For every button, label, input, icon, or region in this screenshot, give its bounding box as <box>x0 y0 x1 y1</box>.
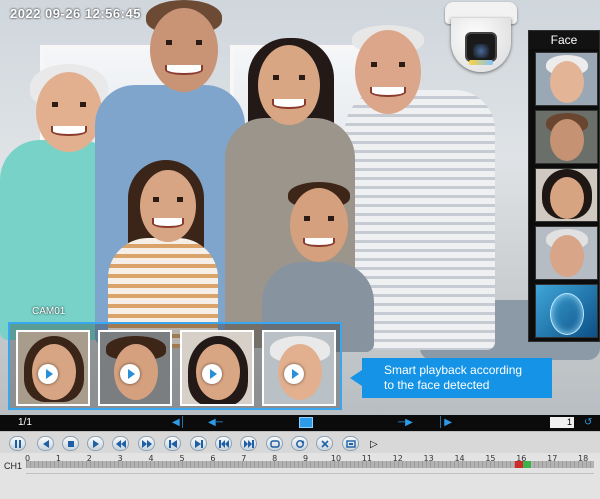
thumbnail-grandmother[interactable] <box>262 330 336 406</box>
first-page-icon[interactable]: ◀│ <box>172 418 186 428</box>
timeline-channel-label: CH1 <box>4 461 23 471</box>
smart-playback-callout: Smart playback according to the face det… <box>350 358 552 398</box>
face-item-father[interactable] <box>535 110 598 164</box>
play-icon[interactable] <box>120 364 140 384</box>
face-item-mother[interactable] <box>535 168 598 222</box>
page-indicator: 1/1 <box>18 417 32 428</box>
timeline-event-segment[interactable] <box>523 461 531 468</box>
timeline-secondary-track <box>26 473 594 474</box>
skip-back-icon[interactable] <box>215 436 232 451</box>
next-page-icon[interactable]: ─▶ <box>398 418 413 428</box>
dome-camera-icon <box>443 2 519 74</box>
timeline-event-segment[interactable] <box>515 461 523 468</box>
fast-forward-icon[interactable] <box>138 436 155 451</box>
mouse-cursor-icon: ▷ <box>370 439 378 450</box>
face-panel-title: Face <box>529 31 599 49</box>
face-list <box>529 49 599 338</box>
sync-icon[interactable] <box>291 436 308 451</box>
current-page-marker[interactable] <box>299 417 313 428</box>
timeline-recording-track[interactable] <box>26 461 594 468</box>
last-page-icon[interactable]: │▶ <box>438 418 452 428</box>
thumbnail-mother[interactable] <box>180 330 254 406</box>
camera-video-view[interactable]: 2022 09-26 12:56:45 CAM01 Face Smart pla… <box>0 0 600 415</box>
skip-forward-icon[interactable] <box>240 436 257 451</box>
loop-icon[interactable] <box>266 436 283 451</box>
face-scan-icon[interactable] <box>535 284 598 338</box>
play-icon[interactable] <box>202 364 222 384</box>
fast-reverse-icon[interactable] <box>112 436 129 451</box>
callout-line-1: Smart playback according <box>384 363 523 377</box>
osd-timestamp: 2022 09-26 12:56:45 <box>10 6 141 21</box>
page-number-field[interactable]: 1 <box>550 417 574 428</box>
reverse-play-icon[interactable] <box>37 436 54 451</box>
go-page-icon[interactable]: ↺ <box>584 418 592 428</box>
frame-forward-icon[interactable] <box>190 436 207 451</box>
face-panel: Face <box>528 30 600 342</box>
osd-channel-name: CAM01 <box>32 306 66 317</box>
stop-icon[interactable] <box>62 436 79 451</box>
playback-controls: ▷ <box>0 431 600 453</box>
face-match-thumbnail-strip <box>8 322 342 410</box>
callout-line-2: to the face detected <box>384 378 490 392</box>
thumbnail-girl[interactable] <box>16 330 90 406</box>
play-icon[interactable] <box>284 364 304 384</box>
face-item-grandfather[interactable] <box>535 226 598 280</box>
play-icon[interactable] <box>87 436 104 451</box>
snapshot-icon[interactable] <box>342 436 359 451</box>
face-item-grandmother[interactable] <box>535 52 598 106</box>
frame-back-icon[interactable] <box>164 436 181 451</box>
pause-icon[interactable] <box>9 436 26 451</box>
close-icon[interactable] <box>316 436 333 451</box>
thumbnail-boy[interactable] <box>98 330 172 406</box>
playback-timeline[interactable]: 0 1 2 3 4 5 6 7 8 9 10 11 12 13 14 15 16 17 18 CH1 <box>0 453 600 499</box>
page-navigation-bar: 1/1 ◀│ ◀─ ─▶ │▶ 1 ↺ <box>0 415 600 431</box>
previous-page-icon[interactable]: ◀─ <box>208 418 223 428</box>
play-icon[interactable] <box>38 364 58 384</box>
